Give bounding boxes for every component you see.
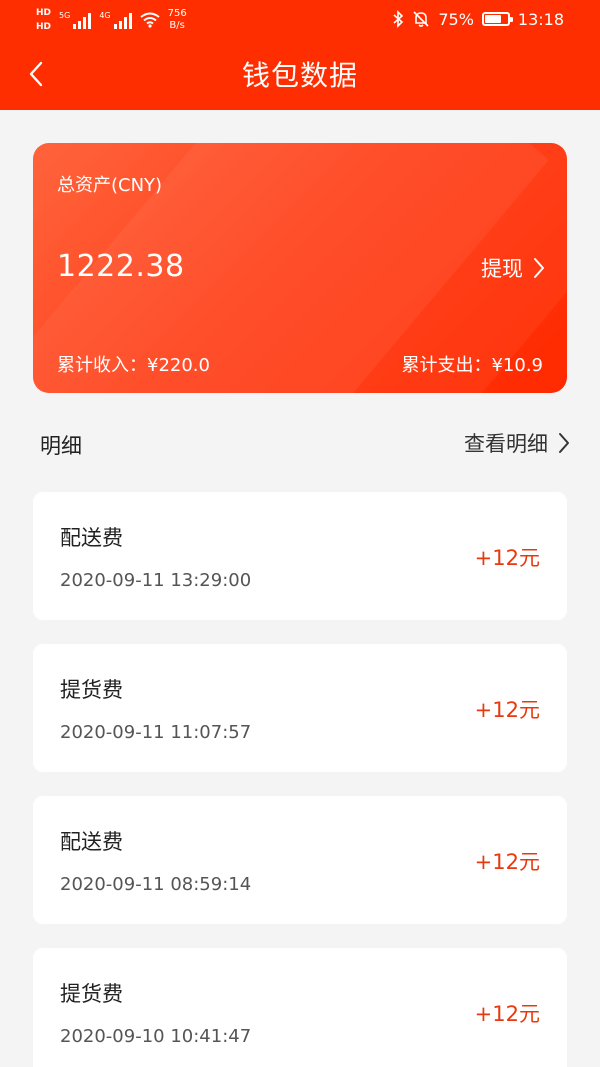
transaction-row[interactable]: 提货费 2020-09-10 10:41:47 +12元 xyxy=(33,948,567,1067)
transaction-time: 2020-09-11 11:07:57 xyxy=(60,722,252,743)
status-bar-right: 75% 13:18 xyxy=(392,6,564,32)
cumulative-expense: 累计支出：¥10.9 xyxy=(401,355,543,376)
signal-4g-icon: 4G xyxy=(99,11,132,29)
page-title: 钱包数据 xyxy=(241,59,358,92)
transaction-name: 配送费 xyxy=(60,830,123,854)
hd-badge-top: HD xyxy=(36,8,52,18)
battery-percent: 75% xyxy=(438,9,474,29)
total-assets-value: 1222.38 xyxy=(57,249,185,284)
view-details-label: 查看明细 xyxy=(464,432,548,456)
withdraw-label: 提现 xyxy=(481,257,523,281)
chevron-right-icon xyxy=(559,433,569,453)
transaction-row[interactable]: 配送费 2020-09-11 08:59:14 +12元 xyxy=(33,796,567,924)
network-5g-label: 5G xyxy=(59,11,71,20)
total-assets-label: 总资产(CNY) xyxy=(57,175,163,196)
transaction-row[interactable]: 配送费 2020-09-11 13:29:00 +12元 xyxy=(33,492,567,620)
details-title: 明细 xyxy=(40,434,82,458)
transaction-name: 提货费 xyxy=(60,982,123,1006)
nav-bar: 钱包数据 xyxy=(0,38,600,110)
transaction-name: 配送费 xyxy=(60,526,123,550)
network-speed: 756 B/s xyxy=(168,8,187,32)
wifi-icon xyxy=(139,12,160,28)
details-header: 明细 查看明细 xyxy=(0,424,600,464)
header: HD HD 5G 4G 756 B/s 75% 13:18 钱包数据 xyxy=(0,0,600,110)
view-details-button[interactable]: 查看明细 xyxy=(464,428,570,458)
hd-indicators: HD HD xyxy=(36,7,51,33)
network-speed-value: 756 xyxy=(167,8,187,19)
chevron-right-icon xyxy=(534,258,544,278)
transaction-amount: +12元 xyxy=(474,546,540,570)
app-root: HD HD 5G 4G 756 B/s 75% 13:18 钱包数据 总资产(C… xyxy=(0,0,600,1067)
transaction-time: 2020-09-11 13:29:00 xyxy=(60,570,252,591)
mute-bell-icon xyxy=(413,11,429,27)
withdraw-button[interactable]: 提现 xyxy=(481,253,545,283)
battery-fill xyxy=(484,15,502,23)
status-bar-left: HD HD 5G 4G 756 B/s xyxy=(36,4,187,36)
transaction-row[interactable]: 提货费 2020-09-11 11:07:57 +12元 xyxy=(33,644,567,772)
transaction-amount: +12元 xyxy=(474,1002,540,1026)
transaction-amount: +12元 xyxy=(474,698,540,722)
battery-icon xyxy=(481,12,513,26)
clock: 13:18 xyxy=(517,9,564,29)
signal-5g-icon: 5G xyxy=(59,11,92,29)
network-4g-label: 4G xyxy=(99,11,111,20)
bluetooth-icon xyxy=(393,10,404,28)
transaction-amount: +12元 xyxy=(474,850,540,874)
transaction-name: 提货费 xyxy=(60,678,123,702)
wallet-card: 总资产(CNY) 1222.38 提现 累计收入：¥220.0 累计支出：¥10… xyxy=(33,143,567,393)
transaction-time: 2020-09-10 10:41:47 xyxy=(60,1026,252,1047)
hd-badge-bottom: HD xyxy=(36,22,52,32)
status-bar: HD HD 5G 4G 756 B/s 75% 13:18 xyxy=(0,0,600,38)
transaction-time: 2020-09-11 08:59:14 xyxy=(60,874,252,895)
cumulative-income: 累计收入：¥220.0 xyxy=(57,355,210,376)
transaction-list: 配送费 2020-09-11 13:29:00 +12元 提货费 2020-09… xyxy=(33,492,567,1067)
network-speed-unit: B/s xyxy=(169,20,185,31)
